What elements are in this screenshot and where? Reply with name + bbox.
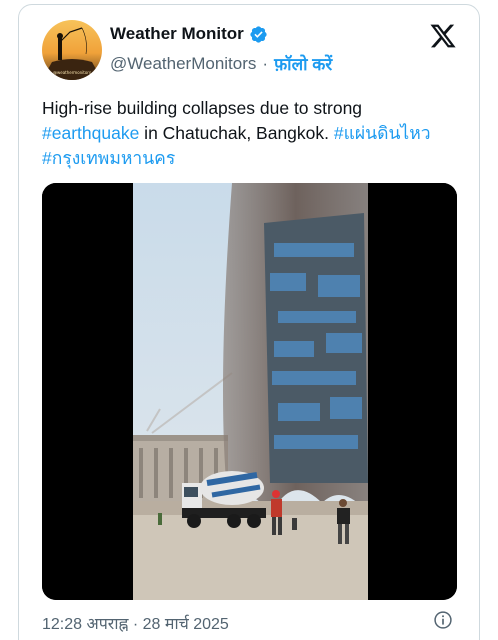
tweet-text: High-rise building collapses due to stro… [42, 96, 462, 171]
verified-badge-icon [250, 25, 267, 43]
avatar-caption: @weathermonitors [53, 70, 91, 75]
tweet-timestamp[interactable]: 12:28 अपराह्न · 28 मार्च 2025 [42, 612, 229, 634]
author-name-row[interactable]: Weather Monitor [110, 24, 268, 44]
separator-dot: · [262, 53, 269, 73]
video-frame [42, 183, 457, 600]
video-media[interactable] [42, 183, 457, 600]
avatar[interactable]: @weathermonitors [42, 20, 102, 80]
follow-button[interactable]: फ़ॉलो करें [274, 52, 332, 75]
avatar-image: @weathermonitors [42, 20, 102, 80]
hashtag-earthquake[interactable]: #earthquake [42, 123, 139, 143]
hashtag-thai-earthquake[interactable]: #แผ่นดินไหว [334, 123, 431, 143]
info-icon[interactable] [433, 610, 453, 630]
author-name[interactable]: Weather Monitor [110, 24, 244, 44]
x-logo-icon[interactable] [429, 22, 457, 50]
tweet-card: @weathermonitors Weather Monitor @Weathe… [18, 4, 480, 640]
tweet-text-part-2: in Chatuchak, Bangkok. [139, 123, 334, 143]
author-handle-row: @WeatherMonitors · फ़ॉलो करें [110, 52, 332, 75]
tweet-text-part-1: High-rise building collapses due to stro… [42, 98, 363, 118]
hashtag-bangkok[interactable]: #กรุงเทพมหานคร [42, 148, 175, 168]
author-handle[interactable]: @WeatherMonitors [110, 54, 256, 74]
